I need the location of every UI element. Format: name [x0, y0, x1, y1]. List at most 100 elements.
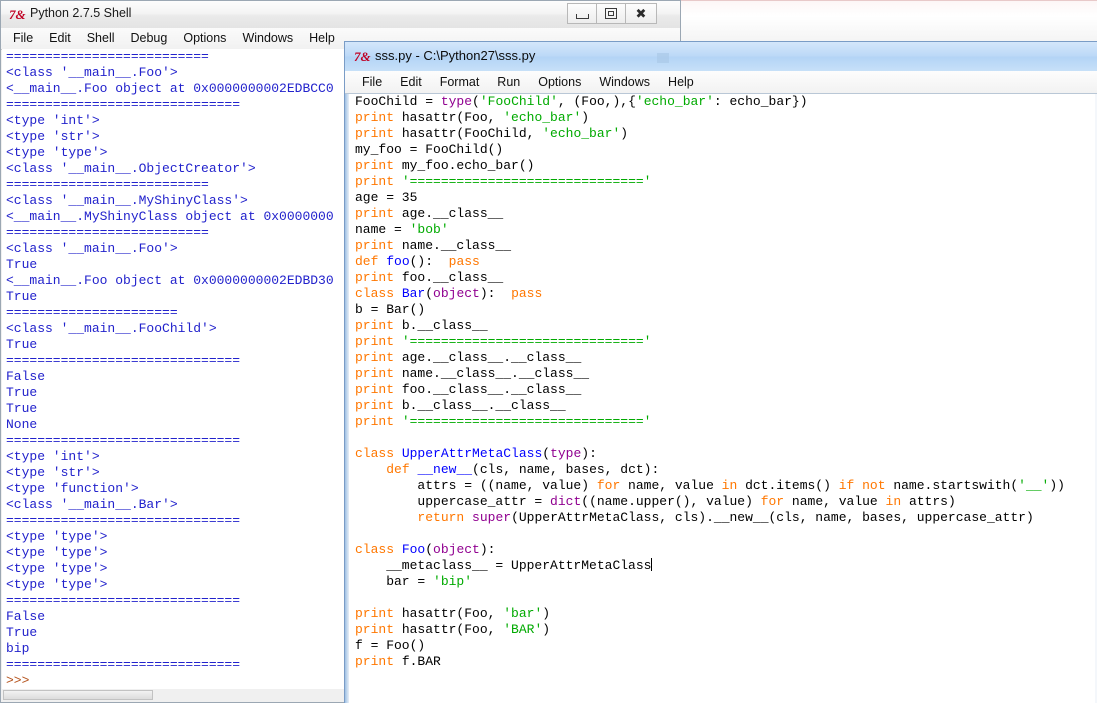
- code-token: name.__class__.__class__: [394, 366, 590, 381]
- code-token: print: [355, 414, 395, 429]
- code-line: print name.__class__.__class__: [349, 366, 1095, 382]
- code-token: print: [355, 622, 395, 637]
- code-token: '==============================': [401, 174, 652, 189]
- code-line: print '==============================': [349, 414, 1095, 430]
- code-token: (: [472, 94, 480, 109]
- editor-menu-list: File Edit Format Run Options Windows Help: [353, 71, 703, 93]
- code-line: print b.__class__: [349, 318, 1095, 334]
- editor-menu-windows[interactable]: Windows: [590, 71, 659, 93]
- code-token: f.BAR: [394, 654, 441, 669]
- code-token: print: [355, 366, 395, 381]
- code-token: ):: [479, 542, 496, 557]
- code-token: ):: [581, 446, 597, 461]
- code-line: print foo.__class__: [349, 270, 1095, 286]
- shell-close-button[interactable]: ✖: [625, 3, 657, 24]
- code-token: print: [355, 350, 395, 365]
- code-token: def: [386, 462, 410, 477]
- code-token: print: [355, 174, 395, 189]
- python-editor-window[interactable]: 7& sss.py - C:\Python27\sss.py File Edit F…: [345, 42, 1097, 703]
- code-token: print: [355, 126, 395, 141]
- code-token: b = Bar(): [355, 302, 426, 317]
- code-token: b.__class__.__class__: [394, 398, 566, 413]
- code-token: attrs): [901, 494, 956, 509]
- editor-menu-format[interactable]: Format: [431, 71, 489, 93]
- code-token: 'echo_bar': [542, 126, 621, 141]
- shell-menu-shell[interactable]: Shell: [79, 28, 123, 49]
- code-line: print f.BAR: [349, 654, 1095, 670]
- editor-titlebar[interactable]: 7& sss.py - C:\Python27\sss.py: [345, 42, 1097, 72]
- code-token: print: [355, 158, 395, 173]
- code-token: ():: [409, 254, 449, 269]
- background-window-strip: [669, 0, 1097, 46]
- shell-menu-options[interactable]: Options: [175, 28, 234, 49]
- code-line: FooChild = type('FooChild', (Foo,),{'ech…: [349, 94, 1095, 110]
- code-token: object: [433, 542, 480, 557]
- shell-menu-windows[interactable]: Windows: [234, 28, 301, 49]
- code-line: f = Foo(): [349, 638, 1095, 654]
- code-token: in: [721, 478, 738, 493]
- shell-minimize-button[interactable]: [567, 3, 596, 24]
- code-token: FooChild =: [355, 94, 441, 109]
- code-token: age = 35: [355, 190, 418, 205]
- code-token: dct.items(): [737, 478, 839, 493]
- code-token: print: [355, 398, 395, 413]
- code-line: class Foo(object):: [349, 542, 1095, 558]
- code-line: print name.__class__: [349, 238, 1095, 254]
- shell-titlebar[interactable]: 7& Python 2.7.5 Shell ✖: [1, 1, 680, 29]
- code-token: if: [838, 478, 855, 493]
- editor-menu-file[interactable]: File: [353, 71, 391, 93]
- code-token: name.__class__: [394, 238, 512, 253]
- shell-menu-edit[interactable]: Edit: [41, 28, 79, 49]
- shell-menu-list: File Edit Shell Debug Options Windows Help: [5, 28, 343, 49]
- code-token: 'bar': [503, 606, 543, 621]
- code-line: __metaclass__ = UpperAttrMetaClass: [349, 558, 1095, 574]
- code-token: ((name.upper(), value): [581, 494, 761, 509]
- code-token: ): [581, 110, 590, 125]
- shell-maximize-button[interactable]: [596, 3, 625, 24]
- code-line: print '==============================': [349, 334, 1095, 350]
- shell-menu-help[interactable]: Help: [301, 28, 343, 49]
- editor-menu-options[interactable]: Options: [529, 71, 590, 93]
- editor-menu-edit[interactable]: Edit: [391, 71, 431, 93]
- code-token: 'echo_bar': [503, 110, 582, 125]
- code-token: __metaclass__ = UpperAttrMetaClass: [355, 558, 652, 573]
- code-token: uppercase_attr =: [355, 494, 551, 509]
- code-token: in: [885, 494, 902, 509]
- code-token: hasattr(FooChild,: [394, 126, 543, 141]
- code-token: , (Foo,),{: [557, 94, 636, 109]
- code-line: b = Bar(): [349, 302, 1095, 318]
- editor-menu-run[interactable]: Run: [488, 71, 529, 93]
- code-token: for: [760, 494, 785, 509]
- code-token: ):: [479, 286, 512, 301]
- shell-menu-debug[interactable]: Debug: [123, 28, 176, 49]
- code-token: super: [472, 510, 512, 525]
- code-token: name =: [355, 222, 410, 237]
- code-line: name = 'bob': [349, 222, 1095, 238]
- code-line: uppercase_attr = dict((name.upper(), val…: [349, 494, 1095, 510]
- code-token: Foo: [401, 542, 426, 557]
- editor-code-area[interactable]: FooChild = type('FooChild', (Foo,),{'ech…: [349, 94, 1095, 703]
- code-token: ): [542, 622, 551, 637]
- code-line: print my_foo.echo_bar(): [349, 158, 1095, 174]
- code-token: not: [862, 478, 886, 493]
- code-line: print hasattr(Foo, 'echo_bar'): [349, 110, 1095, 126]
- shell-horizontal-scroll-thumb[interactable]: [3, 690, 153, 700]
- code-token: 'FooChild': [479, 94, 558, 109]
- code-token: UpperAttrMetaClass: [401, 446, 543, 461]
- code-token: print: [355, 318, 395, 333]
- code-token: __new__: [417, 462, 473, 477]
- code-token: class: [355, 446, 395, 461]
- code-token: print: [355, 606, 395, 621]
- code-token: print: [355, 206, 395, 221]
- code-token: ): [620, 126, 629, 141]
- code-token: pass: [511, 286, 543, 301]
- shell-menu-file[interactable]: File: [5, 28, 41, 49]
- code-token: type: [550, 446, 582, 461]
- code-token: hasattr(Foo,: [394, 606, 504, 621]
- code-token: 'echo_bar': [635, 94, 714, 109]
- editor-menu-help[interactable]: Help: [659, 71, 703, 93]
- code-token: print: [355, 382, 395, 397]
- editor-window-title: sss.py - C:\Python27\sss.py: [375, 48, 536, 63]
